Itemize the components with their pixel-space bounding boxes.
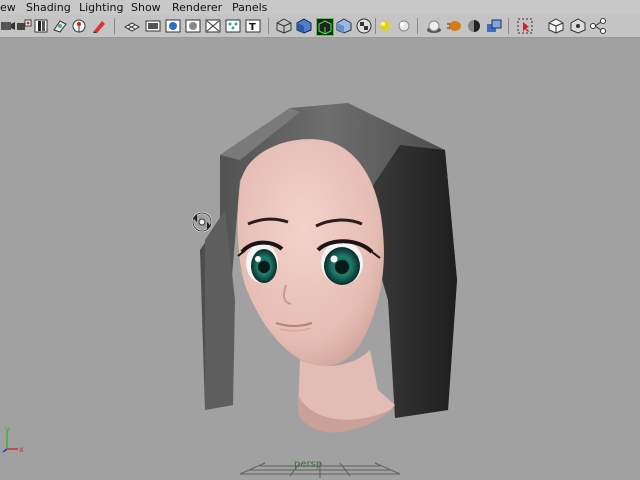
flat-shade-icon[interactable]	[336, 18, 352, 34]
safe-action-icon[interactable]	[225, 18, 241, 34]
grid-icon[interactable]	[124, 18, 140, 34]
grease-pencil-icon[interactable]	[91, 18, 107, 34]
xray-joints-icon[interactable]	[570, 18, 586, 34]
wireframe-icon[interactable]	[276, 18, 292, 34]
tumble-cursor-icon	[192, 212, 212, 232]
textured-icon[interactable]	[356, 18, 372, 34]
isolate-select-icon[interactable]	[517, 18, 533, 34]
motion-blur-icon[interactable]	[446, 18, 462, 34]
toolbar-separator	[417, 18, 418, 34]
camera-name-label: persp	[294, 459, 323, 470]
wireframe-on-shaded-icon[interactable]	[316, 18, 334, 36]
camera-attributes-icon[interactable]	[16, 18, 32, 34]
svg-text:y: y	[5, 425, 10, 434]
safe-title-icon[interactable]: T	[245, 18, 261, 34]
two-d-pan-icon[interactable]	[71, 18, 87, 34]
image-plane-icon[interactable]	[52, 18, 68, 34]
axis-indicator-icon: x y	[2, 425, 24, 454]
svg-text:T: T	[249, 22, 256, 33]
smooth-shade-icon[interactable]	[296, 18, 312, 34]
svg-text:x: x	[19, 445, 24, 454]
select-camera-icon[interactable]	[0, 18, 16, 34]
shadows-icon[interactable]	[396, 18, 412, 34]
bookmark-icon[interactable]	[33, 18, 49, 34]
field-chart-icon[interactable]	[205, 18, 221, 34]
menu-renderer[interactable]: Renderer	[172, 0, 222, 15]
menu-lighting[interactable]: Lighting	[79, 0, 123, 15]
head-mesh[interactable]	[237, 139, 395, 433]
toolbar-separator	[114, 18, 115, 34]
toolbar-separator	[375, 18, 376, 34]
toolbar-separator	[508, 18, 509, 34]
panel-menu-bar: ew Shading Lighting Show Renderer Panels	[0, 0, 640, 15]
gate-mask-icon[interactable]	[185, 18, 201, 34]
xray-icon[interactable]	[548, 18, 564, 34]
perspective-viewport[interactable]: x y	[0, 38, 640, 480]
multisample-aa-icon[interactable]	[466, 18, 482, 34]
toolbar-separator	[268, 18, 269, 34]
panel-toolbar: T	[0, 15, 640, 38]
use-all-lights-icon[interactable]	[377, 18, 393, 34]
film-gate-icon[interactable]	[145, 18, 161, 34]
menu-shading[interactable]: Shading	[26, 0, 71, 15]
menu-view[interactable]: ew	[0, 0, 16, 15]
depth-of-field-icon[interactable]	[486, 18, 502, 34]
menu-panels[interactable]: Panels	[232, 0, 267, 15]
menu-show[interactable]: Show	[131, 0, 161, 15]
screen-space-ao-icon[interactable]	[426, 18, 442, 34]
resolution-gate-icon[interactable]	[165, 18, 181, 34]
xray-components-icon[interactable]	[590, 18, 606, 34]
